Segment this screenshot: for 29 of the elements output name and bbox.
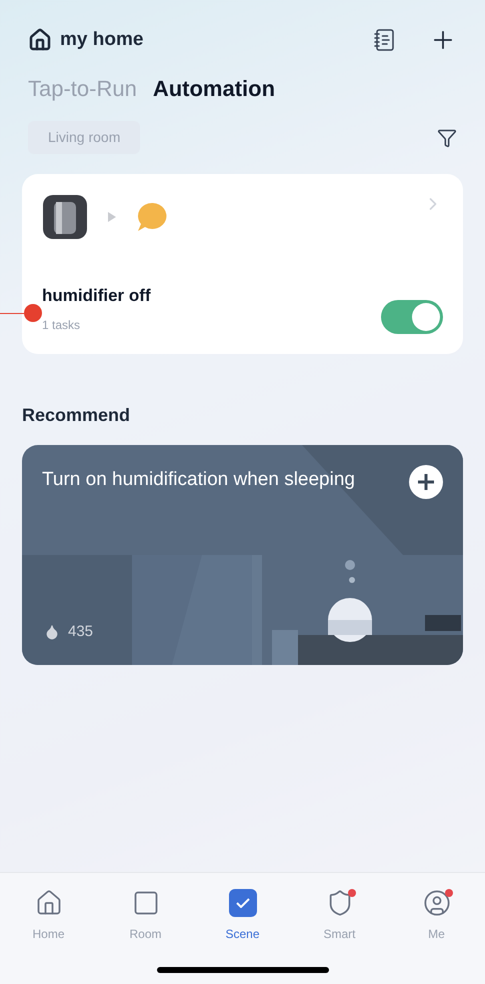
nav-tab[interactable]: Smart	[308, 889, 372, 943]
home-icon[interactable]	[28, 28, 52, 52]
recommend-card[interactable]: Turn on humidification when sleeping 435	[22, 445, 463, 665]
home-icon	[34, 889, 62, 917]
drop-icon	[44, 624, 60, 640]
humidifier-device-icon	[42, 194, 88, 240]
nav-tab[interactable]: Me	[404, 889, 468, 943]
triangle-icon	[108, 212, 116, 222]
use-count: 435	[68, 622, 94, 642]
home-name[interactable]: my home	[60, 26, 144, 54]
nav-tab[interactable]: Room	[114, 889, 178, 943]
room-icon	[132, 889, 160, 917]
nav-tab[interactable]: Scene	[210, 889, 274, 943]
task-count: 1 tasks	[42, 317, 82, 334]
notes-icon[interactable]	[373, 28, 397, 52]
annotation-marker	[0, 304, 42, 322]
automation-name: humidifier off	[42, 284, 151, 306]
filter-icon[interactable]	[437, 128, 457, 148]
nav-tab[interactable]: Home	[16, 889, 80, 943]
add-icon[interactable]	[409, 465, 443, 499]
tab[interactable]: Automation	[152, 72, 276, 105]
room-filter-chip[interactable]: Living room	[28, 121, 140, 154]
user-icon	[422, 889, 450, 917]
tab[interactable]: Tap-to-Run	[28, 72, 137, 105]
automation-card[interactable]: humidifier off 1 tasks	[22, 174, 463, 354]
scene-icon	[228, 889, 256, 917]
section-title: Recommend	[21, 404, 132, 427]
recommend-title: Turn on humidification when sleeping	[42, 468, 356, 492]
toggle-switch[interactable]	[381, 300, 443, 334]
